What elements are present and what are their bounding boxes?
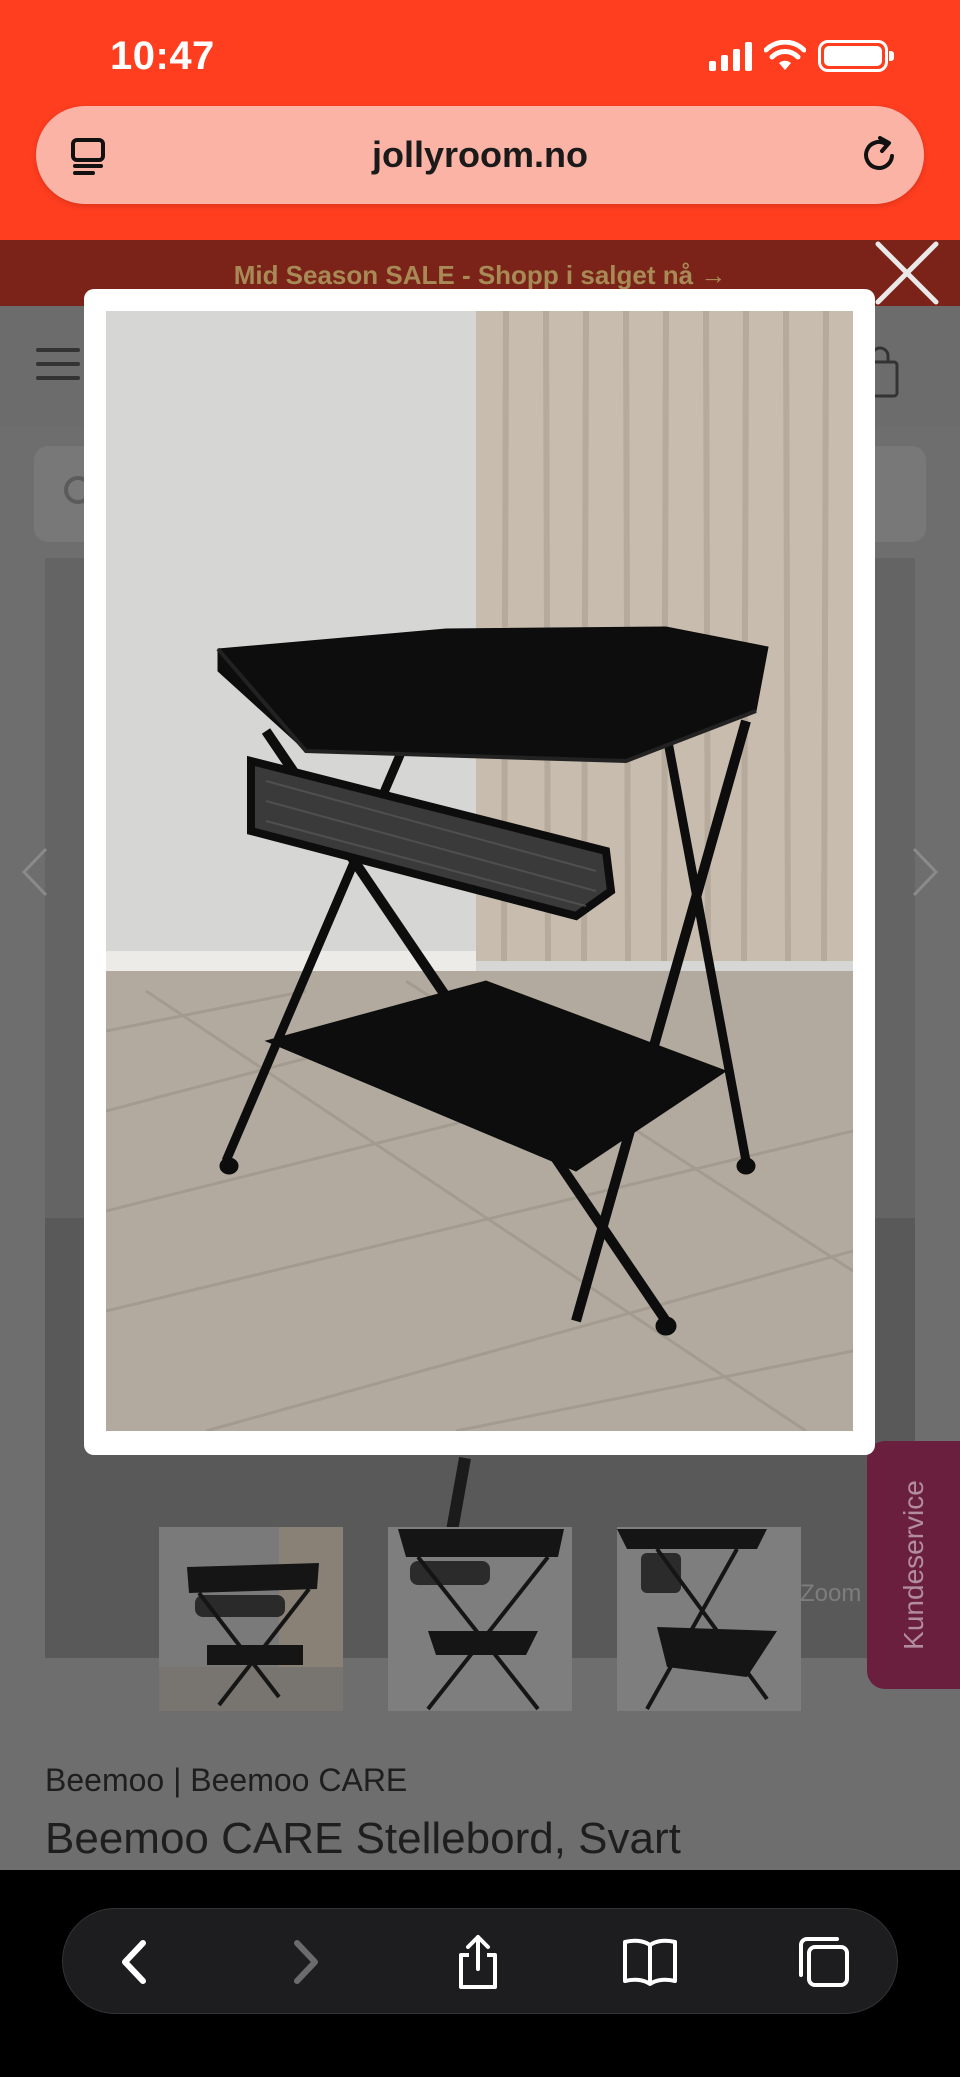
tabs-icon[interactable] bbox=[793, 1931, 855, 1993]
status-time: 10:47 bbox=[110, 34, 215, 78]
address-bar[interactable]: jollyroom.no bbox=[36, 106, 924, 204]
thumbnail-2[interactable] bbox=[388, 1527, 572, 1711]
signal-icon bbox=[709, 41, 752, 71]
wifi-icon bbox=[764, 40, 806, 70]
thumbnail-1[interactable] bbox=[159, 1527, 343, 1711]
url-text[interactable]: jollyroom.no bbox=[36, 134, 924, 176]
status-bar: 10:47 jollyroom.no bbox=[0, 0, 960, 240]
changing-table-photo bbox=[106, 311, 853, 1431]
thumbnail-3[interactable] bbox=[617, 1527, 801, 1711]
product-brand[interactable]: Beemoo | Beemoo CARE bbox=[45, 1762, 407, 1799]
image-lightbox bbox=[84, 289, 875, 1455]
reload-icon[interactable] bbox=[856, 132, 902, 178]
back-button[interactable] bbox=[105, 1931, 167, 1993]
zoom-label: Zoom bbox=[800, 1580, 862, 1607]
browser-toolbar bbox=[0, 1870, 960, 2077]
lightbox-image[interactable] bbox=[106, 311, 853, 1431]
status-icons bbox=[709, 40, 894, 72]
bookmarks-icon[interactable] bbox=[619, 1931, 681, 1993]
battery-icon bbox=[818, 40, 894, 72]
bookmarks-button[interactable] bbox=[619, 1931, 681, 1993]
tabs-button[interactable] bbox=[793, 1931, 855, 1993]
toolbar-pill bbox=[62, 1908, 898, 2014]
thumbnail-strip bbox=[159, 1527, 801, 1712]
customer-service-tab[interactable]: Kundeservice bbox=[867, 1441, 960, 1689]
forward-button[interactable] bbox=[273, 1931, 335, 1993]
sale-banner-text[interactable]: Mid Season SALE - Shopp i salget nå → bbox=[0, 260, 960, 291]
share-icon[interactable] bbox=[447, 1931, 509, 1993]
close-icon[interactable] bbox=[872, 238, 942, 308]
back-icon[interactable] bbox=[105, 1931, 167, 1993]
chevron-right-icon[interactable] bbox=[906, 845, 942, 899]
customer-service-label[interactable]: Kundeservice bbox=[898, 1480, 930, 1650]
share-button[interactable] bbox=[447, 1931, 509, 1993]
forward-icon[interactable] bbox=[273, 1931, 335, 1993]
chevron-left-icon[interactable] bbox=[18, 845, 54, 899]
menu-icon[interactable] bbox=[36, 348, 80, 380]
product-title: Beemoo CARE Stellebord, Svart bbox=[45, 1814, 681, 1863]
